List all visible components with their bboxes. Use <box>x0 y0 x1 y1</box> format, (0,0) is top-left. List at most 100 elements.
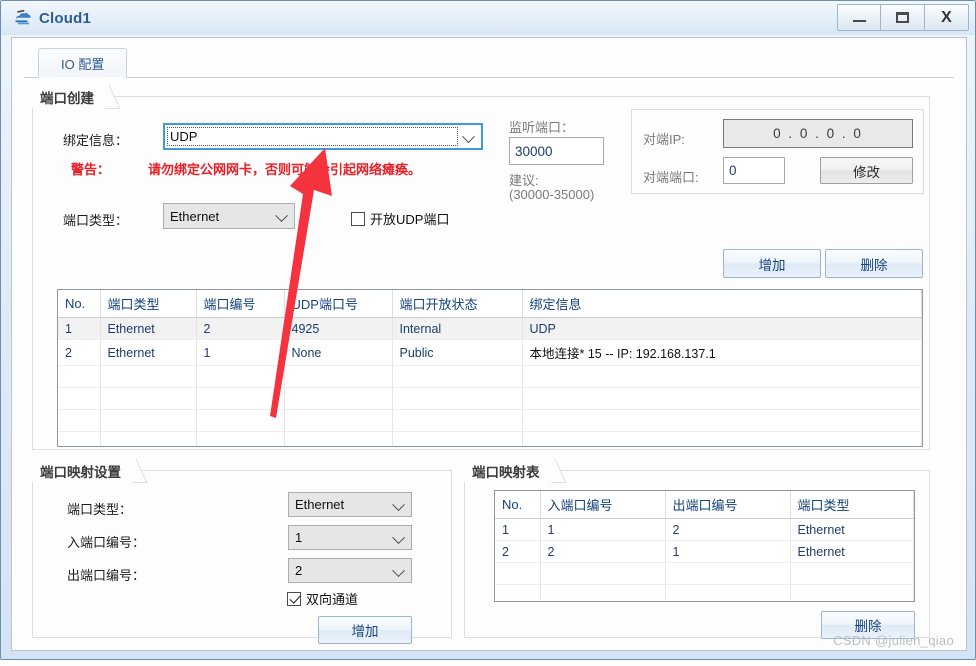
map-port-type-value: Ethernet <box>295 497 345 512</box>
mapping-table-head: No. 入端口编号 出端口编号 端口类型 <box>495 491 914 519</box>
in-port-combobox[interactable]: 1 <box>288 525 412 550</box>
map-col-out: 出端口编号 <box>665 491 791 519</box>
label-bind-info: 绑定信息： <box>63 133 129 148</box>
map-add-button[interactable]: 增加 <box>318 616 412 644</box>
table-row-empty[interactable] <box>495 584 914 601</box>
cloud-icon <box>13 8 33 28</box>
maximize-button[interactable] <box>881 4 925 31</box>
label-peer-port: 对端端口: <box>643 170 699 185</box>
map-col-type: 端口类型 <box>790 491 914 519</box>
table-row-empty[interactable] <box>58 387 922 410</box>
checkbox-box-icon <box>351 211 365 226</box>
table-row-empty[interactable] <box>58 431 922 446</box>
peer-port-value: 0 <box>729 163 737 178</box>
add-port-button-label: 增加 <box>758 257 786 273</box>
cell-out: 2 <box>665 518 791 541</box>
minimize-icon <box>852 20 866 22</box>
port-col-udp: UDP端口号 <box>284 290 393 318</box>
map-delete-button-label: 删除 <box>854 619 882 634</box>
cell-bind: 本地连接* 15 -- IP: 192.168.137.1 <box>522 339 922 366</box>
watermark-text: CSDN @julien_qiao <box>833 633 954 648</box>
mapping-table-body: 1 1 2 Ethernet 2 2 1 Ethernet <box>495 518 914 601</box>
cell-in: 2 <box>540 540 666 563</box>
cell-no: 1 <box>495 518 541 541</box>
group-map-table: 端口映射表 No. 入端口编号 出端口编号 端口类型 1 1 2 Etherne… <box>464 459 930 639</box>
table-row-empty[interactable] <box>495 562 914 585</box>
mapping-table[interactable]: No. 入端口编号 出端口编号 端口类型 1 1 2 Ethernet 2 2 … <box>494 490 915 602</box>
port-col-state: 端口开放状态 <box>392 290 523 318</box>
out-port-value: 2 <box>295 563 303 578</box>
port-col-no: No. <box>58 290 101 318</box>
table-row[interactable]: 2 2 1 Ethernet <box>495 540 914 563</box>
in-port-value: 1 <box>295 530 303 545</box>
delete-port-button[interactable]: 删除 <box>825 249 923 278</box>
group-map-table-title: 端口映射表 <box>464 459 548 482</box>
port-table-header-row: No. 端口类型 端口编号 UDP端口号 端口开放状态 绑定信息 <box>58 290 922 318</box>
chevron-down-icon <box>392 530 405 545</box>
label-map-port-type: 端口类型： <box>67 502 133 517</box>
bidirectional-checkbox[interactable]: 双向通道 <box>287 589 358 608</box>
bind-info-combobox[interactable]: UDP <box>163 123 483 150</box>
label-suggest-range: (30000-35000) <box>509 187 595 202</box>
label-warning-prefix: 警告： <box>71 162 111 177</box>
listen-port-input[interactable]: 30000 <box>509 137 604 165</box>
cell-type: Ethernet <box>790 518 914 541</box>
table-row-empty[interactable] <box>58 365 922 388</box>
label-listen-port: 监听端口： <box>509 120 575 135</box>
cell-state: Public <box>392 339 523 366</box>
window-title: Cloud1 <box>39 9 92 27</box>
group-map-settings: 端口映射设置 端口类型： Ethernet 入端口编号： 1 出端口编号： 2 <box>32 459 452 644</box>
cell-state: Internal <box>392 317 523 340</box>
chevron-down-icon <box>462 129 475 144</box>
title-bar: Cloud1 X <box>1 1 975 35</box>
modify-button[interactable]: 修改 <box>820 157 913 184</box>
port-table-head: No. 端口类型 端口编号 UDP端口号 端口开放状态 绑定信息 <box>58 290 922 318</box>
peer-ip-input[interactable]: 0 . 0 . 0 . 0 <box>723 119 913 148</box>
port-table-body: 1 Ethernet 2 4925 Internal UDP 2 Etherne… <box>58 317 922 446</box>
open-udp-port-checkbox[interactable]: 开放UDP端口 <box>351 209 449 228</box>
add-port-button[interactable]: 增加 <box>723 249 821 278</box>
label-peer-ip: 对端IP: <box>643 132 685 147</box>
label-warning-text: 请勿绑定公网网卡，否则可能会引起网络瘫痪。 <box>148 162 422 177</box>
port-col-num: 端口编号 <box>196 290 285 318</box>
port-type-value: Ethernet <box>170 208 220 224</box>
map-col-in: 入端口编号 <box>540 491 666 519</box>
screenshot-root: Cloud1 X IO 配置 端口创建 绑定信息： UDP 警告： 请勿绑定公网… <box>0 0 976 666</box>
table-row[interactable]: 1 Ethernet 2 4925 Internal UDP <box>58 317 922 340</box>
listen-port-value: 30000 <box>515 143 553 159</box>
cell-type: Ethernet <box>100 339 197 366</box>
table-row[interactable]: 2 Ethernet 1 None Public 本地连接* 15 -- IP:… <box>58 339 922 366</box>
port-type-combobox[interactable]: Ethernet <box>163 203 295 229</box>
out-port-combobox[interactable]: 2 <box>288 558 412 583</box>
peer-ip-value: 0 . 0 . 0 . 0 <box>773 126 863 141</box>
port-col-type: 端口类型 <box>100 290 197 318</box>
chevron-down-icon <box>392 563 405 578</box>
port-table[interactable]: No. 端口类型 端口编号 UDP端口号 端口开放状态 绑定信息 1 Ether… <box>57 289 923 447</box>
window-controls: X <box>837 4 969 31</box>
mapping-table-header-row: No. 入端口编号 出端口编号 端口类型 <box>495 491 914 519</box>
table-row[interactable]: 1 1 2 Ethernet <box>495 518 914 541</box>
cell-no: 2 <box>495 540 541 563</box>
map-col-no: No. <box>495 491 541 519</box>
delete-port-button-label: 删除 <box>860 257 888 273</box>
table-row-empty[interactable] <box>58 409 922 432</box>
peer-port-input[interactable]: 0 <box>723 157 785 184</box>
bind-info-value: UDP <box>170 129 198 144</box>
minimize-button[interactable] <box>837 4 881 31</box>
cell-type: Ethernet <box>790 540 914 563</box>
tab-io-config[interactable]: IO 配置 <box>38 48 128 78</box>
group-map-settings-title: 端口映射设置 <box>32 459 129 482</box>
map-port-type-combobox[interactable]: Ethernet <box>288 492 412 517</box>
cell-num: 1 <box>196 339 285 366</box>
close-button[interactable]: X <box>925 4 969 31</box>
checkbox-box-icon <box>287 591 301 606</box>
port-col-bind: 绑定信息 <box>522 290 922 318</box>
cell-no: 2 <box>58 339 101 366</box>
port-table-grid: No. 端口类型 端口编号 UDP端口号 端口开放状态 绑定信息 1 Ether… <box>58 290 922 446</box>
chevron-down-icon <box>392 497 405 512</box>
cell-udp: 4925 <box>284 317 393 340</box>
label-port-type: 端口类型： <box>63 213 129 228</box>
group-port-create-title: 端口创建 <box>32 85 102 108</box>
label-out-port: 出端口编号： <box>67 568 146 583</box>
map-add-button-label: 增加 <box>351 624 379 639</box>
